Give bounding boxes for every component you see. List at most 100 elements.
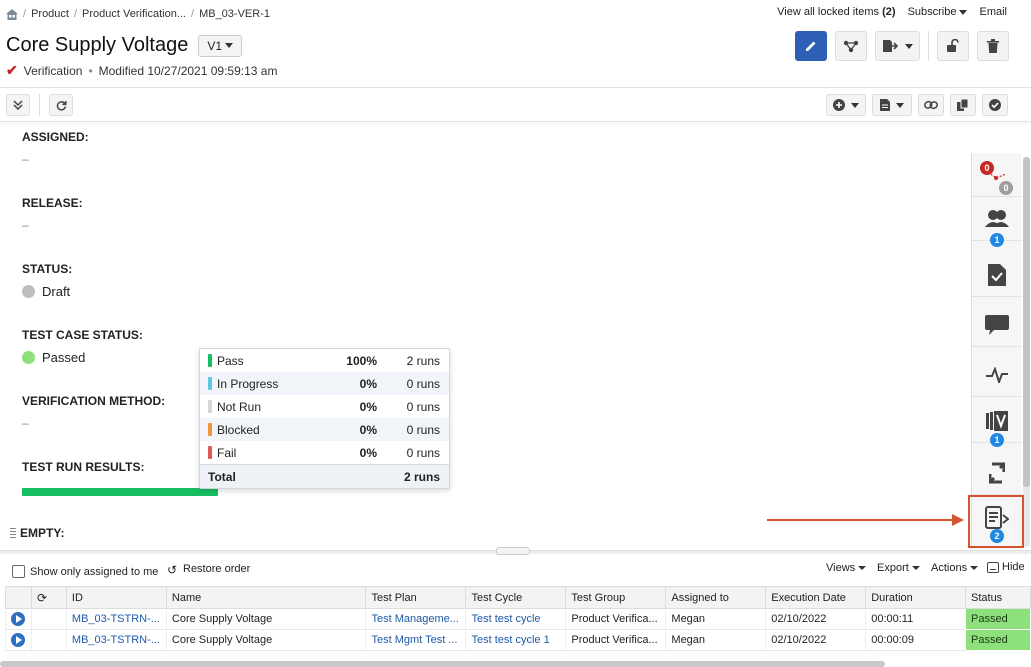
assigned-label: ASSIGNED: [22,130,89,144]
col-header-execution-date[interactable]: Execution Date [765,586,867,609]
col-header-duration[interactable]: Duration [865,586,966,609]
show-only-assigned-label[interactable]: Show only assigned to me [30,566,158,578]
col-header-name[interactable]: Name [165,586,367,609]
fail-swatch [208,446,212,459]
sidebar-item-users[interactable]: 1 [972,197,1022,247]
email-link[interactable]: Email [979,6,1007,18]
relationship-icon [843,40,859,53]
duration: 00:00:09 [865,629,966,651]
export-menu[interactable]: Export [877,562,920,574]
table-row[interactable]: MB_03-TSTRN-... Core Supply Voltage Test… [5,608,1031,630]
restore-order-button[interactable]: Restore order [183,563,250,575]
col-header-status[interactable]: Status [965,586,1031,609]
chevron-down-icon [851,102,859,108]
status-label: STATUS: [22,262,73,276]
refresh-button[interactable] [49,94,73,116]
review-button[interactable] [982,94,1008,116]
horizontal-scrollbar[interactable] [0,661,885,667]
chevron-down-icon [896,102,904,108]
in-progress-swatch [208,377,212,390]
run-name: Core Supply Voltage [165,629,366,651]
lock-button[interactable] [937,31,969,61]
col-header-run [5,586,32,609]
table-row[interactable]: MB_03-TSTRN-... Core Supply Voltage Test… [5,629,1031,651]
header-actions [795,31,1009,61]
home-icon[interactable] [6,8,18,20]
edit-button[interactable] [795,31,827,61]
copy-icon [957,99,969,111]
popup-row-blocked: Blocked 0% 0 runs [200,418,449,441]
document-icon [880,99,890,111]
col-header-id[interactable]: ID [65,586,167,609]
splitter-handle[interactable] [496,547,530,555]
col-header-assigned-to[interactable]: Assigned to [665,586,767,609]
view-locked-items-link[interactable]: View all locked items (2) [777,6,895,18]
right-sidebar: 0 0 1 1 2 [971,153,1022,549]
grid-header: ⟳ ID Name Test Plan Test Cycle Test Grou… [5,586,1031,609]
status-value[interactable]: Draft [22,284,70,299]
unlock-icon [947,39,959,52]
top-links: View all locked items (2) Subscribe Emai… [777,6,1007,18]
plus-circle-icon [833,99,845,111]
actions-menu[interactable]: Actions [931,562,979,574]
comment-icon [985,314,1009,335]
relationships-button[interactable] [835,31,867,61]
test-runs-highlight [968,495,1024,548]
pencil-icon [806,41,816,51]
delete-button[interactable] [977,31,1009,61]
col-header-test-plan[interactable]: Test Plan [365,586,467,609]
execution-date: 02/10/2022 [765,629,866,651]
chevron-down-icon [858,566,867,570]
versions-icon [986,410,1008,431]
assigned-to: Megan [665,629,766,651]
hide-button[interactable]: Hide [987,561,1025,573]
collapse-all-button[interactable] [6,94,30,116]
test-cycle-link[interactable]: Test test cycle [465,608,566,630]
vertical-scrollbar[interactable] [1023,157,1030,547]
test-case-status-value: Passed [22,350,85,365]
breadcrumb-product[interactable]: Product [31,8,69,20]
views-menu[interactable]: Views [826,562,867,574]
verification-method-label: VERIFICATION METHOD: [22,394,166,408]
popup-row-in-progress: In Progress 0% 0 runs [200,372,449,395]
play-icon[interactable] [11,633,25,647]
test-run-results-bar[interactable] [22,488,218,496]
sidebar-item-versions[interactable]: 1 [972,399,1022,447]
sync-icon: ⟳ [36,590,48,605]
popup-row-fail: Fail 0% 0 runs [200,441,449,464]
breadcrumb-product-verification[interactable]: Product Verification... [82,8,186,20]
show-only-assigned-checkbox[interactable] [12,565,25,578]
col-header-test-group[interactable]: Test Group [565,586,667,609]
field-handle-icon [10,528,16,538]
run-id-link[interactable]: MB_03-TSTRN-... [65,608,167,630]
sidebar-item-activity[interactable] [972,353,1022,397]
file-export-icon [883,40,898,52]
col-header-sync[interactable]: ⟳ [30,586,67,609]
run-id-link[interactable]: MB_03-TSTRN-... [65,629,167,651]
versions-count-badge: 1 [990,433,1004,447]
test-group: Product Verifica... [565,608,666,630]
col-header-test-cycle[interactable]: Test Cycle [465,586,567,609]
test-runs-grid: ⟳ ID Name Test Plan Test Cycle Test Grou… [5,586,1031,651]
play-icon[interactable] [11,612,25,626]
pass-swatch [208,354,212,367]
duration: 00:00:11 [865,608,966,630]
test-cycle-link[interactable]: Test test cycle 1 [465,629,566,651]
test-plan-link[interactable]: Test Mgmt Test ... [365,629,466,651]
sidebar-item-review[interactable] [972,253,1022,297]
sidebar-item-traceability[interactable]: 0 0 [972,153,1022,197]
version-dropdown[interactable]: V1 [198,34,243,57]
export-button[interactable] [875,31,920,61]
test-plan-link[interactable]: Test Manageme... [365,608,466,630]
link-button[interactable] [918,94,944,116]
copy-button[interactable] [950,94,976,116]
sidebar-item-sync[interactable] [972,451,1022,495]
progress-fill [22,488,218,496]
sidebar-item-comments[interactable] [972,303,1022,347]
test-run-results-popup: Pass 100% 2 runs In Progress 0% 0 runs N… [199,348,450,489]
draft-status-dot [22,285,35,298]
test-group: Product Verifica... [565,629,666,651]
subscribe-menu[interactable]: Subscribe [908,6,968,18]
add-button[interactable] [826,94,866,116]
document-button[interactable] [872,94,912,116]
